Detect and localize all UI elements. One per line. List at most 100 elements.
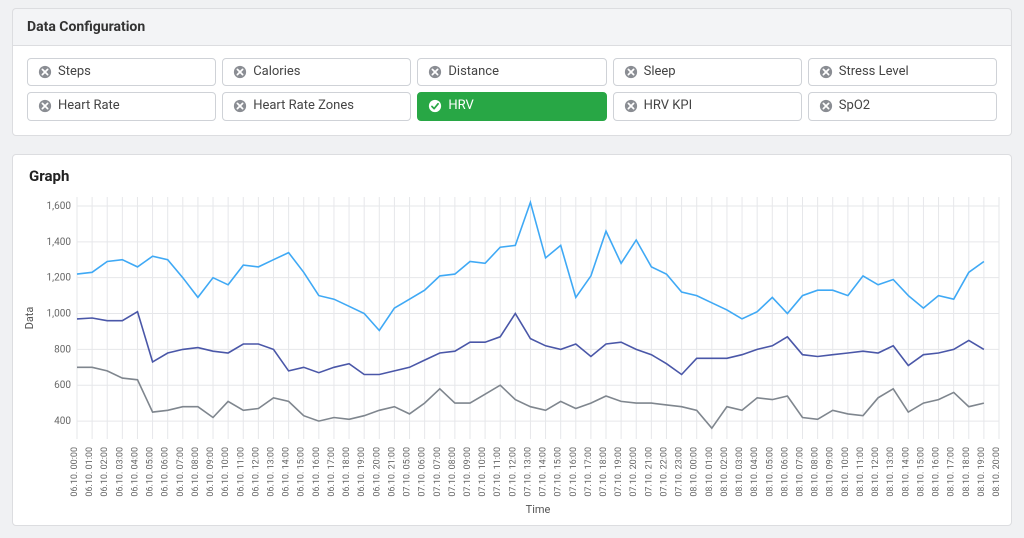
option-label: Steps <box>58 65 91 79</box>
x-tick-label: 08.10. 15:00 <box>916 447 926 497</box>
x-tick-label: 06.10. 17:00 <box>327 447 337 497</box>
x-tick-label: 07.10. 08:00 <box>448 447 458 497</box>
y-tick-label: 600 <box>54 380 71 391</box>
y-tick-label: 1,000 <box>47 308 72 319</box>
graph-panel: Graph 400 600 800 1,000 1,200 1,400 1,600 06.10… <box>12 154 1012 526</box>
x-tick-label: 06.10. 07:00 <box>176 447 186 497</box>
option-sleep[interactable]: Sleep <box>613 58 802 86</box>
option-label: Heart Rate <box>58 99 120 113</box>
x-tick-label: 06.10. 06:00 <box>161 447 171 497</box>
x-tick-label: 06.10. 20:00 <box>372 447 382 497</box>
graph-title: Graph <box>29 167 1005 185</box>
option-hr_zones[interactable]: Heart Rate Zones <box>222 92 411 120</box>
x-tick-label: 07.10. 17:00 <box>584 447 594 497</box>
y-tick-label: 800 <box>54 344 71 355</box>
y-tick-label: 1,600 <box>47 201 72 212</box>
x-tick-label: 08.10. 17:00 <box>947 447 957 497</box>
x-circle-icon <box>233 65 247 79</box>
x-tick-label: 06.10. 19:00 <box>357 447 367 497</box>
x-tick-label: 08.10. 19:00 <box>977 447 987 497</box>
x-tick-label: 06.10. 15:00 <box>297 447 307 497</box>
x-tick-label: 06.10. 09:00 <box>206 447 216 497</box>
y-tick-label: 400 <box>54 416 71 427</box>
x-axis-label: Time <box>526 503 551 516</box>
x-tick-label: 06.10. 18:00 <box>342 447 352 497</box>
x-tick-label: 06.10. 13:00 <box>266 447 276 497</box>
x-circle-icon <box>819 99 833 113</box>
data-config-title: Data Configuration <box>27 19 145 35</box>
option-label: Distance <box>448 65 499 79</box>
x-tick-label: 07.10. 21:00 <box>644 447 654 497</box>
y-tick-label: 1,400 <box>47 236 72 247</box>
option-distance[interactable]: Distance <box>417 58 606 86</box>
option-hrv[interactable]: HRV <box>417 92 606 120</box>
y-tick-label: 1,200 <box>47 272 72 283</box>
x-tick-label: 07.10. 11:00 <box>493 447 503 497</box>
x-tick-label: 06.10. 05:00 <box>146 447 156 497</box>
x-tick-label: 06.10. 00:00 <box>70 447 80 497</box>
x-tick-label: 08.10. 05:00 <box>765 447 775 497</box>
x-tick-label: 07.10. 13:00 <box>523 447 533 497</box>
x-circle-icon <box>38 65 52 79</box>
x-tick-label: 06.10. 11:00 <box>236 447 246 497</box>
x-circle-icon <box>38 99 52 113</box>
x-tick-label: 06.10. 08:00 <box>191 447 201 497</box>
x-tick-label: 07.10. 15:00 <box>554 447 564 497</box>
x-circle-icon <box>233 99 247 113</box>
x-tick-label: 08.10. 11:00 <box>856 447 866 497</box>
x-tick-label: 07.10. 09:00 <box>463 447 473 497</box>
option-calories[interactable]: Calories <box>222 58 411 86</box>
x-tick-label: 06.10. 02:00 <box>100 447 110 497</box>
x-tick-label: 07.10. 10:00 <box>478 447 488 497</box>
x-circle-icon <box>624 99 638 113</box>
x-tick-label: 07.10. 07:00 <box>433 447 443 497</box>
x-tick-label: 08.10. 07:00 <box>796 447 806 497</box>
x-tick-label: 07.10. 23:00 <box>675 447 685 497</box>
x-tick-label: 06.10. 14:00 <box>282 447 292 497</box>
x-tick-label: 08.10. 03:00 <box>735 447 745 497</box>
option-hrv_kpi[interactable]: HRV KPI <box>613 92 802 120</box>
x-tick-label: 08.10. 16:00 <box>932 447 942 497</box>
x-tick-label: 08.10. 00:00 <box>690 447 700 497</box>
x-circle-icon <box>819 65 833 79</box>
x-tick-label: 06.10. 12:00 <box>251 447 261 497</box>
option-label: SpO2 <box>839 99 870 113</box>
option-hr[interactable]: Heart Rate <box>27 92 216 120</box>
x-tick-label: 07.10. 22:00 <box>659 447 669 497</box>
option-grid: Steps Calories Distance Sleep Stress Level He… <box>27 58 997 121</box>
data-config-panel: Steps Calories Distance Sleep Stress Level He… <box>12 45 1012 136</box>
option-label: Heart Rate Zones <box>253 99 354 113</box>
x-tick-label: 07.10. 16:00 <box>569 447 579 497</box>
x-tick-label: 08.10. 13:00 <box>886 447 896 497</box>
data-config-header: Data Configuration <box>12 8 1012 45</box>
x-tick-label: 08.10. 04:00 <box>750 447 760 497</box>
x-tick-label: 06.10. 16:00 <box>312 447 322 497</box>
x-tick-label: 06.10. 04:00 <box>130 447 140 497</box>
option-stress[interactable]: Stress Level <box>808 58 997 86</box>
x-tick-label: 06.10. 01:00 <box>85 447 95 497</box>
x-tick-label: 07.10. 20:00 <box>629 447 639 497</box>
x-tick-label: 08.10. 12:00 <box>871 447 881 497</box>
option-spo2[interactable]: SpO2 <box>808 92 997 120</box>
option-label: Calories <box>253 65 300 79</box>
x-tick-label: 08.10. 02:00 <box>720 447 730 497</box>
x-tick-label: 08.10. 18:00 <box>962 447 972 497</box>
x-tick-label: 08.10. 20:00 <box>992 447 1002 497</box>
x-tick-label: 08.10. 14:00 <box>901 447 911 497</box>
x-tick-label: 06.10. 03:00 <box>115 447 125 497</box>
option-label: HRV <box>448 99 473 113</box>
x-circle-icon <box>624 65 638 79</box>
x-tick-label: 08.10. 10:00 <box>841 447 851 497</box>
x-tick-label: 07.10. 19:00 <box>614 447 624 497</box>
x-tick-label: 07.10. 06:00 <box>418 447 428 497</box>
option-label: Sleep <box>644 65 676 79</box>
chart-container: 400 600 800 1,000 1,200 1,400 1,600 06.10. 00:0… <box>19 189 1005 519</box>
x-tick-label: 08.10. 06:00 <box>780 447 790 497</box>
check-circle-icon <box>428 99 442 113</box>
y-axis-label: Data <box>23 306 36 329</box>
x-circle-icon <box>428 65 442 79</box>
x-tick-label: 07.10. 14:00 <box>539 447 549 497</box>
hrv-chart: 400 600 800 1,000 1,200 1,400 1,600 06.10. 00:0… <box>19 189 1005 519</box>
option-steps[interactable]: Steps <box>27 58 216 86</box>
x-tick-label: 08.10. 08:00 <box>811 447 821 497</box>
